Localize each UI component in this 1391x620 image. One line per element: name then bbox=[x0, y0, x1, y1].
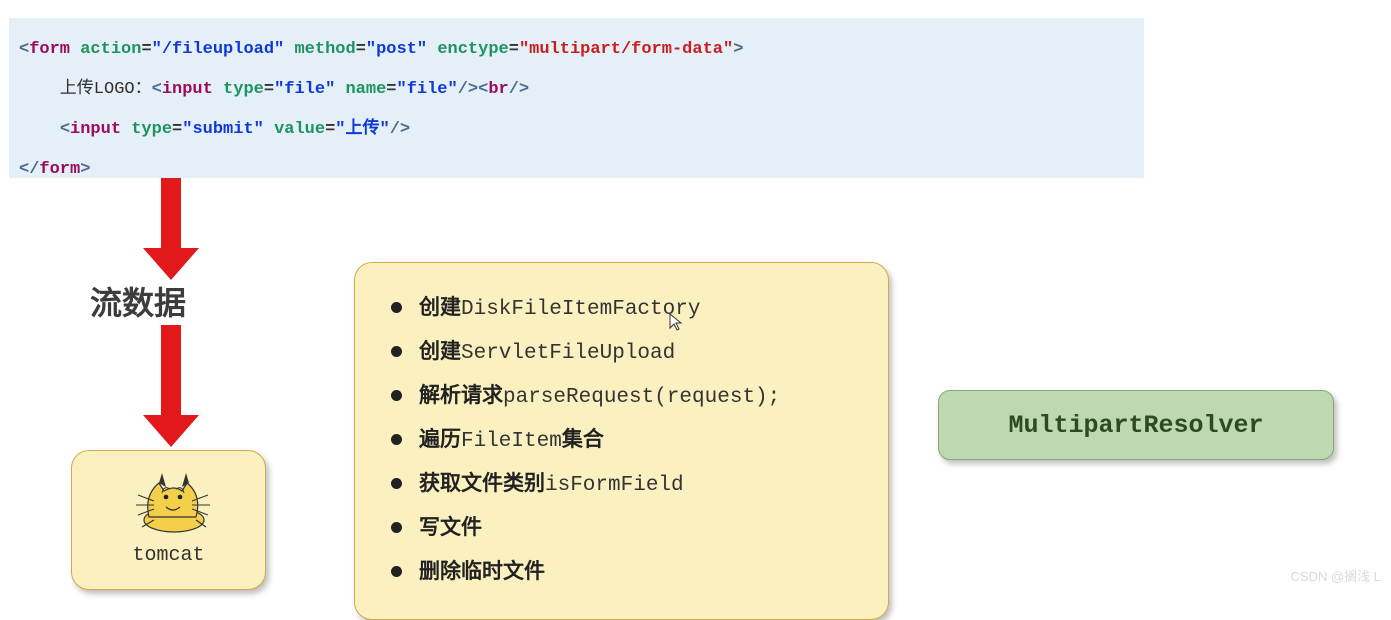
tomcat-label: tomcat bbox=[72, 544, 265, 567]
code-line-3: <input type="submit" value="上传"/> bbox=[19, 110, 1134, 150]
code-block: <form action="/fileupload" method="post"… bbox=[9, 18, 1144, 178]
list-item: 遍历FileItem集合 bbox=[399, 419, 860, 463]
list-item: 获取文件类别isFormField bbox=[399, 463, 860, 507]
watermark: CSDN @搁浅 L bbox=[1291, 566, 1382, 585]
list-item: 写文件 bbox=[399, 507, 860, 551]
arrow-down-icon bbox=[151, 325, 191, 445]
code-line-1: <form action="/fileupload" method="post"… bbox=[19, 30, 1134, 70]
tomcat-icon bbox=[124, 465, 214, 540]
arrow-down-icon bbox=[151, 178, 191, 278]
steps-box: 创建DiskFileItemFactory 创建ServletFileUploa… bbox=[354, 262, 889, 620]
code-line-2: 上传LOGO：<input type="file" name="file"/><… bbox=[19, 70, 1134, 110]
list-item: 创建DiskFileItemFactory bbox=[399, 287, 860, 331]
list-item: 创建ServletFileUpload bbox=[399, 331, 860, 375]
list-item: 删除临时文件 bbox=[399, 551, 860, 595]
list-item: 解析请求parseRequest(request); bbox=[399, 375, 860, 419]
flow-label: 流数据 bbox=[90, 278, 186, 324]
tomcat-box: tomcat bbox=[71, 450, 266, 590]
steps-list: 创建DiskFileItemFactory 创建ServletFileUploa… bbox=[399, 287, 860, 595]
resolver-label: MultipartResolver bbox=[1008, 411, 1263, 440]
resolver-box: MultipartResolver bbox=[938, 390, 1334, 460]
